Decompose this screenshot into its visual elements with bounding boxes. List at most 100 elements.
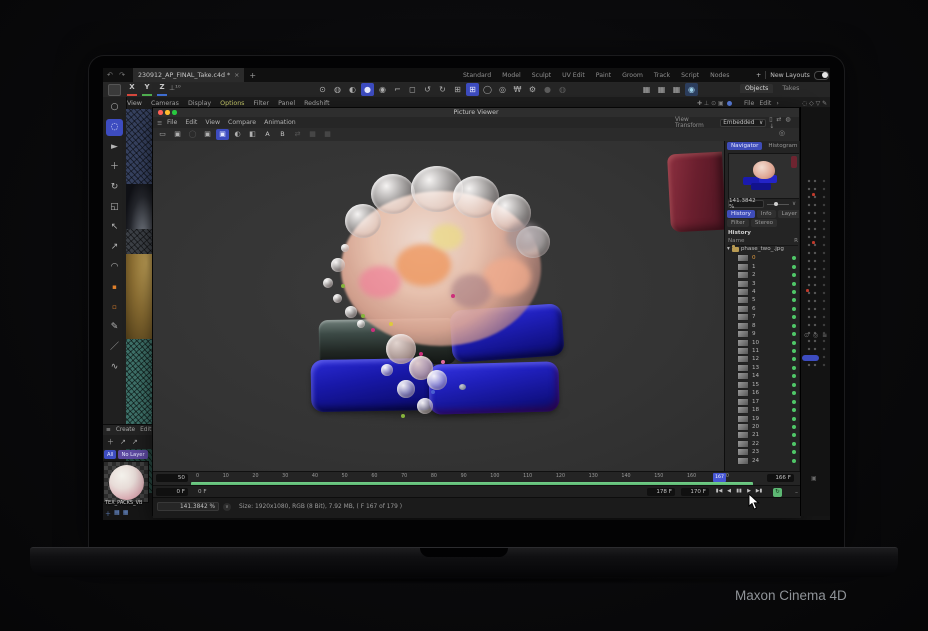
toolbar-icon[interactable]: ↺ [421,83,434,96]
navigator-preview[interactable] [728,153,800,199]
overflow-chevron-icon[interactable]: › [776,100,778,107]
render-icon[interactable]: ▦ [670,83,683,96]
rate-field[interactable]: 50 [156,474,188,482]
range-field-a[interactable]: 178 F [647,488,675,496]
add-layout-icon[interactable]: + [756,72,761,79]
tool-icon[interactable]: ○ [106,99,123,116]
pv-toolbar-icon[interactable]: B [276,129,289,140]
pv-toolbar-icon[interactable]: ▣ [216,129,229,140]
history-folder-row[interactable]: ▾ phase_two_.jpg [727,246,784,252]
history-item[interactable]: 1 [727,262,800,270]
chevron-down-icon[interactable]: ∨ [792,201,796,207]
history-item[interactable]: 2 [727,271,800,279]
hamburger-icon[interactable]: ≡ [106,427,111,433]
undo-redo-icons[interactable]: ↶ ↷ [107,71,127,79]
pv-toolbar-icon[interactable]: ⇄ [291,129,304,140]
toolbar-icon[interactable]: ⊙ [316,83,329,96]
pv-toolbar-icon[interactable]: ◯ [186,129,199,140]
zoom-slider[interactable] [767,204,789,205]
tab-stereo[interactable]: Stereo [751,219,777,227]
history-item[interactable]: 20 [727,423,800,431]
layout-tab[interactable]: Nodes [710,72,729,79]
timeline-ruler[interactable]: 50 0102030405060708090100110120130140150… [153,471,801,486]
history-item[interactable]: 12 [727,355,800,363]
pv-toolbar-icon[interactable]: ◧ [246,129,259,140]
file-menu[interactable]: File [744,100,754,107]
toolbar-icon[interactable]: ● [541,83,554,96]
layout-tab[interactable]: Sculpt [532,72,551,79]
toolbar-icon[interactable]: ◐ [346,83,359,96]
history-item[interactable]: 10 [727,338,800,346]
tab-takes[interactable]: Takes [777,84,804,93]
toolbar-icon[interactable]: ⌐ [391,83,404,96]
toolbar-icon[interactable]: ◎ [496,83,509,96]
menu-item[interactable]: File [167,119,177,126]
material-view-icon[interactable]: ▦ [114,509,120,518]
tool-icon[interactable]: ◱ [106,199,123,216]
layout-tab[interactable]: Track [654,72,670,79]
tool-icon[interactable]: ▪ [106,279,123,296]
history-item[interactable]: 21 [727,431,800,439]
create-menu[interactable]: Create [116,427,135,433]
toolbar-icon[interactable]: ● [361,83,374,96]
viewport-menu-item[interactable]: Redshift [304,100,330,107]
tool-icon[interactable]: ∿ [106,359,123,376]
axis-lock-button[interactable]: Y [142,83,152,96]
history-item[interactable]: 19 [727,414,800,422]
menu-item[interactable]: Animation [264,119,296,126]
layout-tab[interactable]: Model [502,72,521,79]
history-item[interactable]: 22 [727,440,800,448]
tab-histogram[interactable]: Histogram [764,142,801,150]
layout-tab[interactable]: Paint [596,72,611,79]
toolbar-icon[interactable]: ⊞ [451,83,464,96]
tab-objects[interactable]: Objects [740,84,773,93]
material-thumbnail[interactable] [103,461,149,503]
history-item[interactable]: 3 [727,279,800,287]
history-item[interactable]: 8 [727,322,800,330]
toolbar-icon[interactable]: ◯ [481,83,494,96]
history-item[interactable]: 5 [727,296,800,304]
close-tab-icon[interactable]: × [234,72,239,79]
tab-filter[interactable]: Filter [727,219,749,227]
filter-all-button[interactable]: All [104,450,116,459]
history-item[interactable]: 0 [727,254,800,262]
document-tab[interactable]: 230912_AP_FINAL_Take.c4d * × [133,68,244,82]
menu-item[interactable]: Edit [185,119,197,126]
status-zoom-field[interactable]: 141.3842 % [157,502,219,511]
toolbar-icon[interactable]: ⚙ [526,83,539,96]
history-item[interactable]: 18 [727,406,800,414]
pv-toolbar-icon[interactable]: ▭ [156,129,169,140]
minimize-timeline-icon[interactable]: – [795,489,798,496]
history-item[interactable]: 11 [727,347,800,355]
viewport-menu-item[interactable]: View [127,100,142,107]
history-item[interactable]: 24 [727,457,800,465]
render-canvas[interactable] [153,141,724,471]
pv-toolbar-icon[interactable]: ▣ [201,129,214,140]
history-item[interactable]: 23 [727,448,800,456]
history-item[interactable]: 6 [727,305,800,313]
render-icon[interactable]: ▦ [640,83,653,96]
loop-button[interactable]: ↻ [773,488,782,497]
material-tool-icon[interactable]: ↗ [132,438,138,446]
history-item[interactable]: 9 [727,330,800,338]
tool-icon[interactable]: ◌ [106,119,123,136]
end-frame-field[interactable]: 166 F [767,474,794,482]
edit-menu[interactable]: Edit [140,427,151,433]
toolbar-icon[interactable]: ₩ [511,83,524,96]
history-item[interactable]: 15 [727,381,800,389]
pv-toolbar-icon[interactable]: ◐ [231,129,244,140]
tool-icon[interactable]: ↻ [106,179,123,196]
timeline-playhead[interactable]: 167 [713,473,726,482]
tab-layer[interactable]: Layer [778,210,802,218]
tab-info[interactable]: Info [757,210,776,218]
tool-icon[interactable]: ▫ [106,299,123,316]
axis-lock-button[interactable]: Z [157,83,167,96]
viewport-menu-item[interactable]: Cameras [151,100,179,107]
layout-toggle[interactable] [814,71,829,80]
tool-icon[interactable]: ✎ [106,319,123,336]
tool-icon[interactable]: ► [106,139,123,156]
viewport-menu-item[interactable]: Filter [253,100,269,107]
render-icon[interactable]: ▦ [655,83,668,96]
history-item[interactable]: 13 [727,364,800,372]
viewport-menu-item[interactable]: Panel [278,100,295,107]
